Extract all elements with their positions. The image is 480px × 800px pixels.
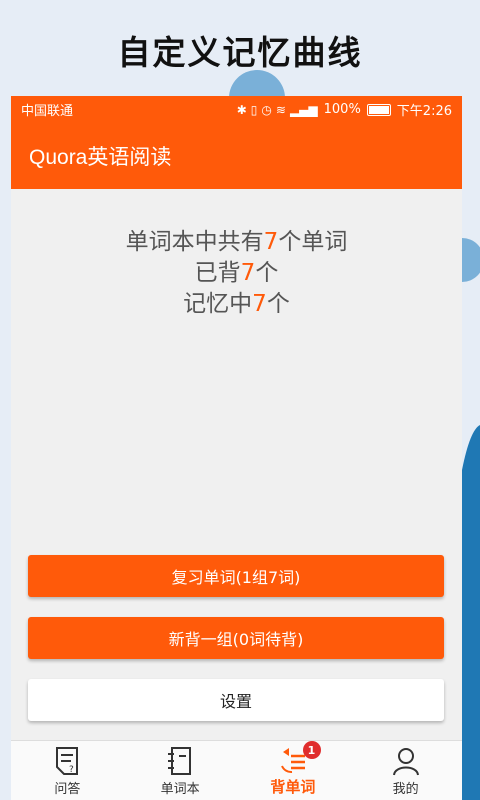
tab-profile[interactable]: 我的 xyxy=(349,741,462,800)
settings-button[interactable]: 设置 xyxy=(28,679,444,721)
memorized-line: 已背7个 xyxy=(11,258,462,289)
bottom-tab-bar: ? 问答 单词本 1 背单词 我的 xyxy=(11,740,462,800)
new-group-button[interactable]: 新背一组(0词待背) xyxy=(28,617,444,659)
memorized-count: 7 xyxy=(240,260,256,286)
battery-icon xyxy=(366,103,391,116)
in-memory-line: 记忆中7个 xyxy=(11,289,462,320)
stats-text: 个 xyxy=(255,260,279,286)
stats-text: 已背 xyxy=(194,260,241,286)
bluetooth-icon: ✱ xyxy=(236,102,247,117)
notification-badge: 1 xyxy=(302,741,321,759)
wifi-icon: ≋ xyxy=(275,102,286,117)
app-title: Quora英语阅读 xyxy=(29,146,172,169)
alarm-icon: ◷ xyxy=(261,102,272,117)
stats-text: 个 xyxy=(266,291,290,317)
in-memory-count: 7 xyxy=(252,291,267,317)
svg-text:?: ? xyxy=(69,765,74,775)
clock: 下午2:26 xyxy=(396,104,452,119)
tab-label: 单词本 xyxy=(160,782,200,797)
status-icons: ✱ ▯ ◷ ≋ ▂▄▆ xyxy=(237,103,318,117)
vibrate-icon: ▯ xyxy=(250,102,258,117)
notebook-icon xyxy=(168,747,192,775)
qa-icon: ? xyxy=(56,747,79,775)
total-words-line: 单词本中共有7个单词 xyxy=(11,227,462,258)
carrier-label: 中国联通 xyxy=(21,104,74,119)
tab-label: 问答 xyxy=(54,782,81,797)
tab-label: 我的 xyxy=(392,782,419,797)
tab-memorize[interactable]: 1 背单词 xyxy=(237,741,350,800)
total-words-count: 7 xyxy=(263,229,279,255)
stats-text: 记忆中 xyxy=(183,291,253,317)
review-words-button[interactable]: 复习单词(1组7词) xyxy=(28,555,444,597)
profile-icon xyxy=(392,748,419,776)
stats-text: 单词本中共有 xyxy=(125,229,264,255)
word-stats: 单词本中共有7个单词 已背7个 记忆中7个 xyxy=(11,227,462,320)
signal-4g-icon: ▂▄▆ xyxy=(289,102,318,117)
status-bar: 中国联通 ✱ ▯ ◷ ≋ ▂▄▆ 100% 下午2:26 xyxy=(11,96,462,123)
phone-screen: 中国联通 ✱ ▯ ◷ ≋ ▂▄▆ 100% 下午2:26 Quora英语阅读 单… xyxy=(11,96,462,800)
tab-qa[interactable]: ? 问答 xyxy=(11,741,124,800)
tab-label: 背单词 xyxy=(270,778,316,796)
tab-notebook[interactable]: 单词本 xyxy=(124,741,237,800)
stats-text: 个单词 xyxy=(278,229,348,255)
app-bar: Quora英语阅读 xyxy=(11,123,462,189)
battery-percent: 100% xyxy=(323,102,361,117)
